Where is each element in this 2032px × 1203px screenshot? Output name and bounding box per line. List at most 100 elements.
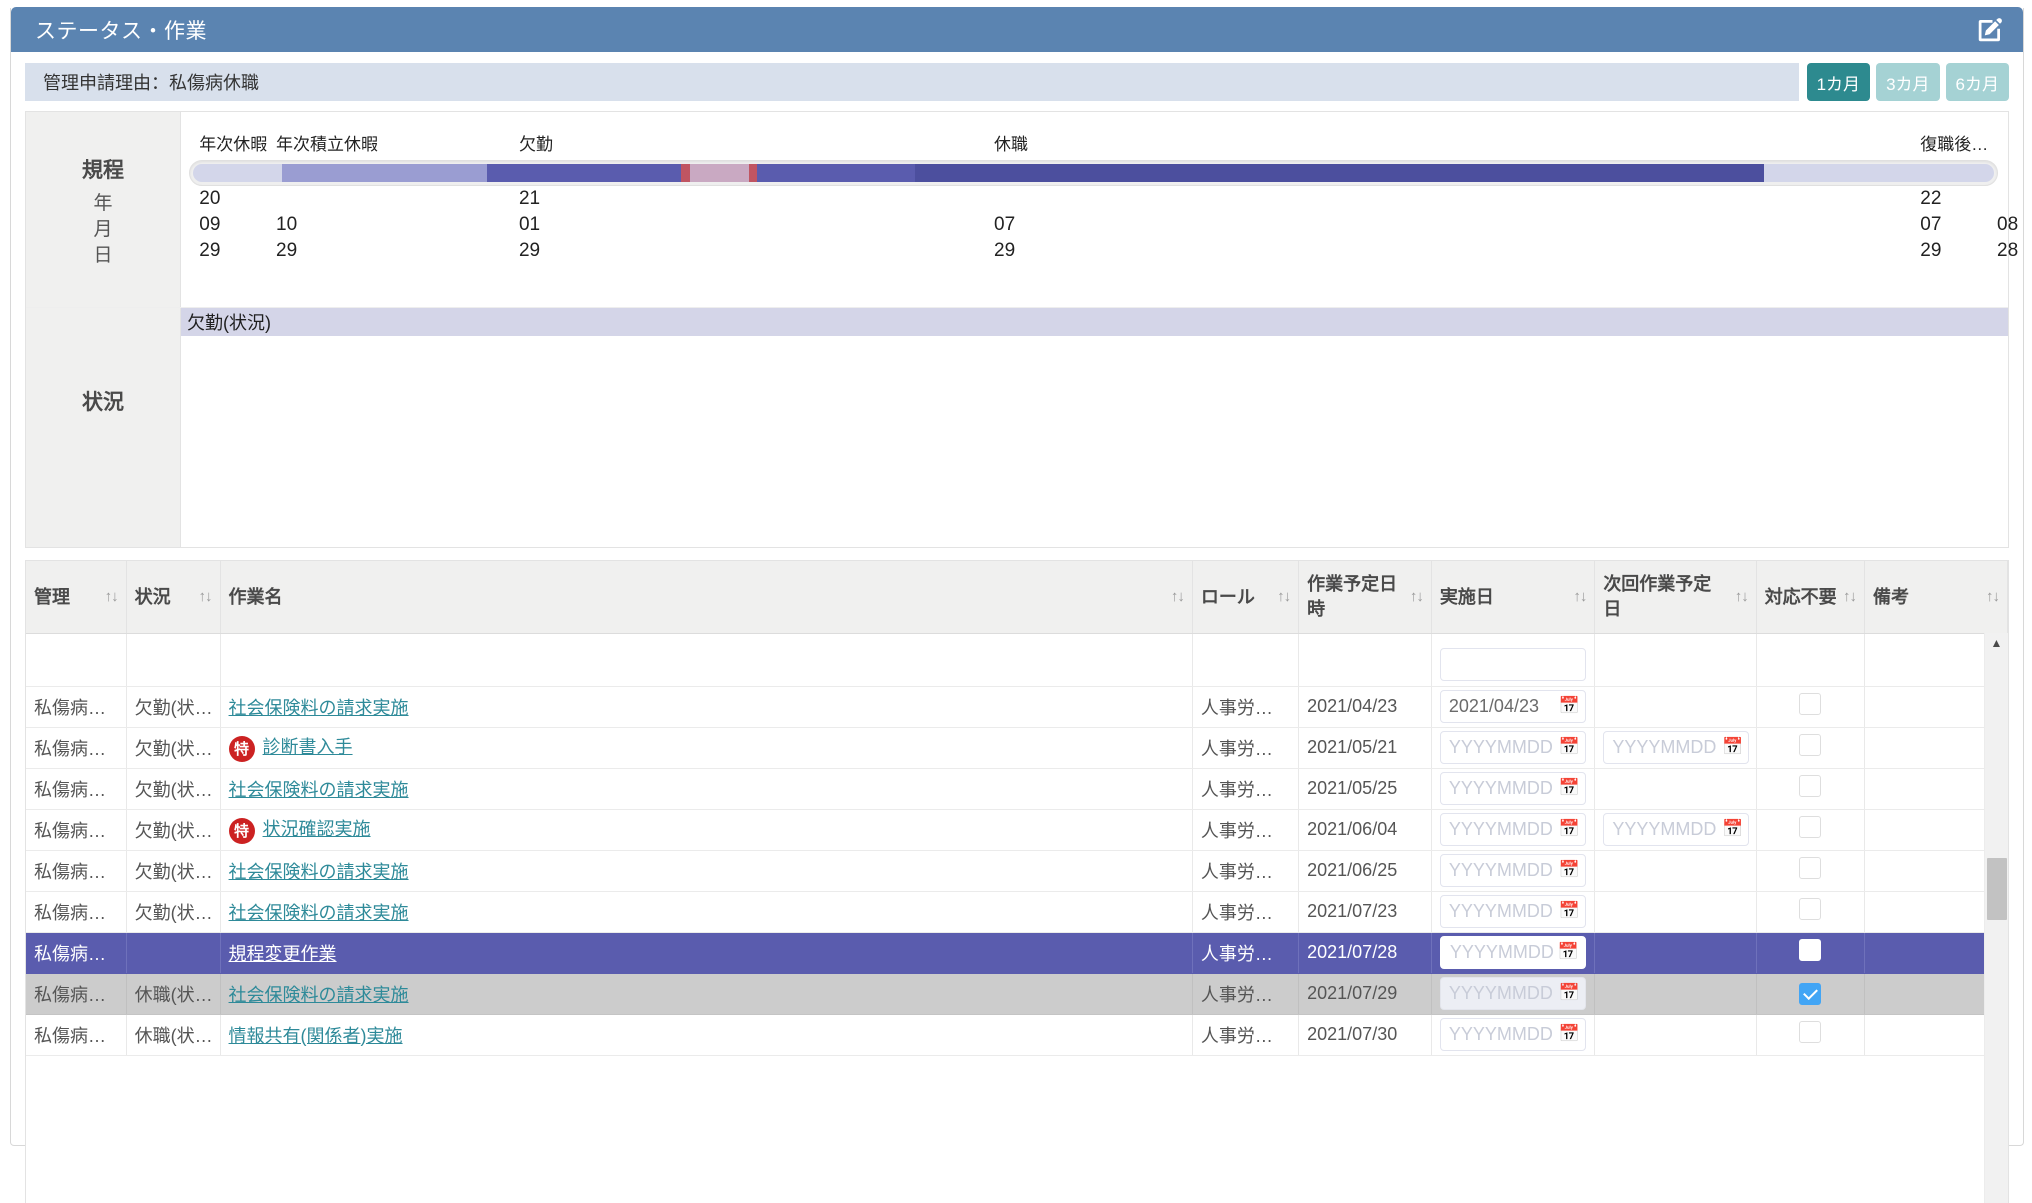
period-button-3month[interactable]: 3カ月 [1876, 63, 1940, 101]
period-button-1month[interactable]: 1カ月 [1806, 63, 1871, 101]
column-label-no-action: 対応不要 [1764, 586, 1837, 607]
calendar-icon[interactable]: 📅 [1559, 985, 1580, 1002]
calendar-icon[interactable]: 📅 [1559, 698, 1580, 715]
sort-arrows-icon[interactable]: ↑↓ [1277, 587, 1291, 607]
no-action-checkbox[interactable] [1799, 857, 1822, 879]
task-name-link[interactable]: 社会保険料の請求実施 [229, 698, 409, 718]
no-action-checkbox[interactable] [1799, 898, 1822, 920]
timeline-segment-pre[interactable] [193, 164, 282, 182]
sort-arrows-icon[interactable]: ↑↓ [1986, 587, 2000, 607]
calendar-icon[interactable]: 📅 [1559, 862, 1580, 879]
timeline-segment-休職[interactable] [915, 164, 1764, 182]
table-row[interactable]: 私傷病… 欠勤(状… 社会保険料の請求実施 人事労… 2021/04/23 2021/04… [26, 686, 2008, 728]
timeline-bar[interactable] [193, 164, 1994, 182]
column-header-kanri[interactable]: 管理 ↑↓ [26, 561, 127, 634]
status-band-kekkin[interactable]: 欠勤(状況) [181, 308, 2008, 336]
column-header-joukyou[interactable]: 状況 ↑↓ [126, 561, 221, 634]
timeline-date-day-2: 29 [518, 240, 541, 261]
date-input-jisshi[interactable]: YYYYMMDD 📅 [1439, 813, 1586, 846]
date-input-jisshi[interactable]: YYYYMMDD 📅 [1439, 854, 1586, 887]
date-input-jisshi[interactable]: YYYYMMDD 📅 [1439, 977, 1586, 1010]
timeline-date-month-5: 08 [1997, 214, 2019, 235]
sort-arrows-icon[interactable]: ↑↓ [1410, 587, 1424, 607]
timeline-date-year-0: 20 [199, 188, 221, 209]
table-row[interactable]: 私傷病… 欠勤(状… 特状況確認実施 人事労… 2021/06/04 YYYYMMDD 📅 Y… [26, 809, 2008, 851]
timeline-segment-欠勤-marker-b[interactable] [748, 164, 758, 182]
timeline-segment-復職後[interactable] [1763, 164, 1994, 182]
no-action-checkbox[interactable] [1799, 775, 1822, 797]
cell-joukyou: 欠勤(状… [126, 727, 221, 769]
calendar-icon[interactable]: 📅 [1558, 944, 1579, 961]
table-row[interactable]: 私傷病… 休職(状… 社会保険料の請求実施 人事労… 2021/07/29 YYYYMMD… [26, 973, 2008, 1015]
column-header-sagyoumei[interactable]: 作業名 ↑↓ [220, 561, 1193, 634]
calendar-icon[interactable]: 📅 [1559, 780, 1580, 797]
scroll-up-arrow-icon[interactable]: ▲ [1985, 637, 2008, 649]
timeline-date-year-4: 22 [1920, 188, 1942, 209]
timeline-segment-欠勤-marker-a[interactable] [681, 164, 690, 182]
sort-arrows-icon[interactable]: ↑↓ [1573, 587, 1587, 607]
no-action-checkbox[interactable] [1799, 734, 1822, 756]
task-name-link[interactable]: 規程変更作業 [229, 944, 337, 964]
column-header-no-action[interactable]: 対応不要 ↑↓ [1756, 561, 1865, 634]
table-row[interactable]: 私傷病… 休職(状… 情報共有(関係者)実施 人事労… 2021/07/30 YYYYMM… [26, 1014, 2008, 1056]
date-input-jisshi[interactable]: YYYYMMDD 📅 [1439, 936, 1586, 969]
column-header-role[interactable]: ロール ↑↓ [1192, 561, 1300, 634]
table-row[interactable]: 私傷病… 欠勤(状… 社会保険料の請求実施 人事労… 2021/05/25 YYYYMMD… [26, 768, 2008, 810]
date-input-jisshi[interactable]: YYYYMMDD 📅 [1439, 895, 1586, 928]
no-action-checkbox[interactable] [1799, 816, 1822, 838]
task-name-link[interactable]: 情報共有(関係者)実施 [229, 1026, 403, 1046]
no-action-checkbox[interactable] [1799, 1021, 1822, 1043]
cell-kanri: 私傷病… [26, 727, 127, 769]
table-row[interactable]: 私傷病… 欠勤(状… 社会保険料の請求実施 人事労… 2021/06/25 YYYYMMD… [26, 850, 2008, 892]
timeline-segment-欠勤[interactable] [487, 164, 682, 182]
cell-task-name: 特診断書入手 [220, 727, 1193, 769]
task-name-link[interactable]: 状況確認実施 [263, 819, 371, 839]
calendar-icon[interactable]: 📅 [1559, 821, 1580, 838]
calendar-icon[interactable]: 📅 [1722, 739, 1743, 756]
timeline-segment-label-2: 欠勤 [518, 135, 553, 154]
calendar-icon[interactable]: 📅 [1559, 1026, 1580, 1043]
task-name-link[interactable]: 社会保険料の請求実施 [229, 780, 409, 800]
calendar-icon[interactable]: 📅 [1722, 821, 1743, 838]
timeline-segment-欠勤-highlight[interactable] [689, 164, 749, 182]
table-row[interactable]: 私傷病… 規程変更作業 人事労… 2021/07/28 YYYYMMDD 📅 [26, 932, 2008, 974]
cell-task-name: 社会保険料の請求実施 [220, 891, 1193, 933]
no-action-checkbox[interactable] [1799, 983, 1822, 1005]
cell-next-planned-date [1594, 891, 1757, 933]
column-label-bikou: 備考 [1872, 586, 1909, 607]
date-input-next-planned[interactable]: YYYYMMDD 📅 [1603, 813, 1750, 846]
table-cell-partial [26, 633, 127, 687]
date-input-jisshi[interactable] [1439, 647, 1586, 681]
no-action-checkbox[interactable] [1799, 693, 1822, 715]
task-name-link[interactable]: 社会保険料の請求実施 [229, 903, 409, 923]
table-vertical-scrollbar[interactable]: ▲ [1984, 633, 2008, 1203]
timeline-segment-年次休暇[interactable] [281, 164, 488, 182]
column-header-next-planned-date[interactable]: 次回作業予定日 ↑↓ [1594, 561, 1757, 634]
timeline-segment-欠勤-tail[interactable] [757, 164, 916, 182]
sort-arrows-icon[interactable]: ↑↓ [1171, 587, 1185, 607]
task-name-link[interactable]: 社会保険料の請求実施 [229, 862, 409, 882]
no-action-checkbox[interactable] [1799, 939, 1822, 961]
calendar-icon[interactable]: 📅 [1559, 903, 1580, 920]
task-name-link[interactable]: 社会保険料の請求実施 [229, 985, 409, 1005]
date-input-next-planned[interactable]: YYYYMMDD 📅 [1603, 731, 1750, 764]
scrollbar-thumb[interactable] [1987, 858, 2007, 920]
sort-arrows-icon[interactable]: ↑↓ [105, 587, 119, 607]
task-name-link[interactable]: 診断書入手 [263, 737, 353, 757]
date-input-jisshi[interactable]: YYYYMMDD 📅 [1439, 731, 1586, 764]
edit-pencil-square-icon[interactable] [1973, 13, 2007, 47]
sort-arrows-icon[interactable]: ↑↓ [1735, 587, 1749, 607]
date-input-jisshi[interactable]: 2021/04/23 📅 [1439, 690, 1586, 723]
table-row[interactable]: 私傷病… 欠勤(状… 特診断書入手 人事労… 2021/05/21 YYYYMMDD 📅 YY… [26, 727, 2008, 769]
date-input-jisshi[interactable]: YYYYMMDD 📅 [1439, 1018, 1586, 1051]
sort-arrows-icon[interactable]: ↑↓ [199, 587, 213, 607]
column-header-jisshi-date[interactable]: 実施日 ↑↓ [1431, 561, 1596, 634]
calendar-icon[interactable]: 📅 [1559, 739, 1580, 756]
column-header-bikou[interactable]: 備考 ↑↓ [1864, 561, 2008, 634]
work-table-container: 管理 ↑↓ 状況 ↑↓ 作業名 ↑↓ ロール ↑↓ 作業予定日時 ↑↓ 実施日 ↑↓ 次回作… [25, 560, 2009, 1203]
sort-arrows-icon[interactable]: ↑↓ [1843, 587, 1857, 607]
date-input-jisshi[interactable]: YYYYMMDD 📅 [1439, 772, 1586, 805]
table-row[interactable]: 私傷病… 欠勤(状… 社会保険料の請求実施 人事労… 2021/07/23 YYYYMMD… [26, 891, 2008, 933]
column-header-planned-datetime[interactable]: 作業予定日時 ↑↓ [1298, 561, 1432, 634]
period-button-6month[interactable]: 6カ月 [1945, 63, 2009, 101]
